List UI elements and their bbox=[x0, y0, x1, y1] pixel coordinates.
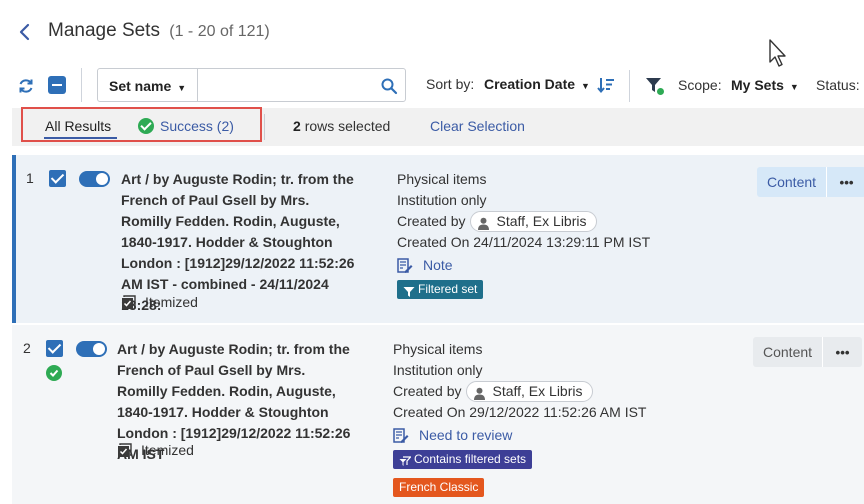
created-on-value: 24/11/2024 13:29:11 PM IST bbox=[473, 234, 651, 250]
user-icon bbox=[473, 385, 486, 400]
note-label: Need to review bbox=[419, 427, 513, 443]
more-options-icon[interactable]: ••• bbox=[822, 337, 863, 367]
note-link[interactable]: Note bbox=[397, 255, 650, 276]
search-type-caret-icon: ▼ bbox=[177, 83, 187, 93]
sort-direction-icon[interactable] bbox=[597, 76, 615, 94]
back-chevron-icon[interactable] bbox=[16, 20, 34, 44]
clear-selection-link[interactable]: Clear Selection bbox=[430, 118, 525, 134]
toolbar-divider bbox=[81, 68, 82, 102]
note-label: Note bbox=[423, 257, 453, 273]
scope-label: Scope: bbox=[678, 77, 722, 93]
page-title-text: Manage Sets bbox=[48, 20, 160, 41]
french-classic-tag: French Classic bbox=[393, 477, 485, 497]
results-count: (1 - 20 of 121) bbox=[169, 23, 270, 40]
status-filter-label[interactable]: Status: bbox=[816, 77, 860, 93]
created-on: Created On 24/11/2024 13:29:11 PM IST bbox=[397, 232, 650, 253]
tag-label: Contains filtered sets bbox=[414, 452, 527, 466]
page-title: Manage Sets (1 - 20 of 121) bbox=[48, 20, 270, 42]
row-actions: Content ••• bbox=[753, 337, 863, 367]
created-by-label: Created by bbox=[393, 383, 462, 399]
content-type: Physical items bbox=[393, 341, 483, 357]
content-button[interactable]: Content bbox=[757, 167, 827, 197]
tab-divider bbox=[264, 114, 265, 140]
table-row[interactable]: 1 Art / by Auguste Rodin; tr. from the F… bbox=[12, 155, 864, 323]
search-box: Set name ▼ bbox=[97, 68, 406, 102]
search-icon[interactable] bbox=[380, 77, 398, 95]
scope-value-label: My Sets bbox=[731, 77, 784, 93]
row-checkbox[interactable] bbox=[46, 340, 63, 357]
user-chip[interactable]: Staff, Ex Libris bbox=[470, 211, 597, 232]
mouse-cursor-icon bbox=[768, 38, 790, 68]
sort-caret-icon: ▼ bbox=[581, 81, 590, 91]
itemized-icon bbox=[117, 442, 132, 458]
more-options-icon[interactable]: ••• bbox=[826, 167, 864, 197]
selected-rows-status: 2 rows selected bbox=[293, 118, 390, 134]
content-button[interactable]: Content bbox=[753, 337, 823, 367]
row-index: 2 bbox=[23, 340, 31, 356]
row-index: 1 bbox=[26, 170, 34, 186]
stacked-filter-icon bbox=[399, 454, 412, 466]
note-edit-icon bbox=[397, 257, 413, 274]
toolbar-divider bbox=[629, 70, 630, 102]
created-by-label: Created by bbox=[397, 213, 466, 229]
search-input[interactable] bbox=[200, 71, 370, 99]
toolbar: Set name ▼ Sort by: Creation Date ▼ Scope:… bbox=[0, 66, 864, 104]
note-link[interactable]: Need to review bbox=[393, 425, 646, 446]
created-by: Created by Staff, Ex Libris bbox=[393, 381, 646, 402]
success-check-icon bbox=[46, 365, 62, 381]
user-chip[interactable]: Staff, Ex Libris bbox=[466, 381, 593, 402]
row-actions: Content ••• bbox=[757, 167, 864, 197]
scope-dropdown[interactable]: My Sets ▼ bbox=[731, 77, 799, 93]
privacy: Institution only bbox=[397, 192, 487, 208]
search-type-label: Set name bbox=[109, 78, 172, 94]
created-on: Created On 29/12/2022 11:52:26 AM IST bbox=[393, 402, 646, 423]
sort-label: Sort by: bbox=[426, 76, 475, 92]
content-type: Physical items bbox=[397, 171, 487, 187]
set-type-label: Itemized bbox=[141, 442, 194, 458]
user-name: Staff, Ex Libris bbox=[492, 383, 583, 399]
filtered-set-tag: Filtered set bbox=[397, 280, 484, 299]
set-type: Itemized bbox=[117, 442, 194, 458]
select-all-checkbox[interactable] bbox=[48, 76, 66, 94]
sort-value-label: Creation Date bbox=[484, 76, 576, 92]
tag-label: Filtered set bbox=[418, 282, 478, 296]
set-type-label: Itemized bbox=[145, 294, 198, 310]
annotation-highlight-box bbox=[21, 107, 262, 142]
user-name: Staff, Ex Libris bbox=[496, 213, 587, 229]
created-on-label: Created On bbox=[397, 234, 470, 250]
itemized-icon bbox=[121, 294, 136, 310]
row-active-toggle[interactable] bbox=[76, 341, 107, 357]
created-on-value: 29/12/2022 11:52:26 AM IST bbox=[469, 404, 647, 420]
row-active-toggle[interactable] bbox=[79, 171, 110, 187]
created-by: Created by Staff, Ex Libris bbox=[397, 211, 650, 232]
created-on-label: Created On bbox=[393, 404, 466, 420]
refresh-icon[interactable] bbox=[17, 77, 35, 95]
filter-tag-icon bbox=[403, 284, 415, 297]
set-type: Itemized bbox=[121, 294, 198, 310]
privacy: Institution only bbox=[393, 362, 483, 378]
sort-by-dropdown[interactable]: Creation Date ▼ bbox=[484, 76, 590, 92]
set-details: Physical items Institution only Created … bbox=[393, 339, 646, 497]
search-type-dropdown[interactable]: Set name ▼ bbox=[98, 69, 198, 101]
note-edit-icon bbox=[393, 427, 409, 444]
user-icon bbox=[477, 215, 490, 230]
selected-rows-text: rows selected bbox=[304, 118, 391, 134]
selected-rows-count: 2 bbox=[293, 118, 301, 134]
scope-caret-icon: ▼ bbox=[789, 82, 799, 92]
row-checkbox[interactable] bbox=[49, 170, 66, 187]
table-row[interactable]: 2 Art / by Auguste Rodin; tr. from the F… bbox=[12, 325, 864, 504]
tag-label: French Classic bbox=[399, 479, 479, 494]
contains-filtered-sets-tag: Contains filtered sets bbox=[393, 450, 533, 469]
page-header: Manage Sets (1 - 20 of 121) bbox=[0, 0, 864, 67]
filter-icon[interactable] bbox=[645, 76, 665, 96]
set-details: Physical items Institution only Created … bbox=[397, 169, 650, 304]
